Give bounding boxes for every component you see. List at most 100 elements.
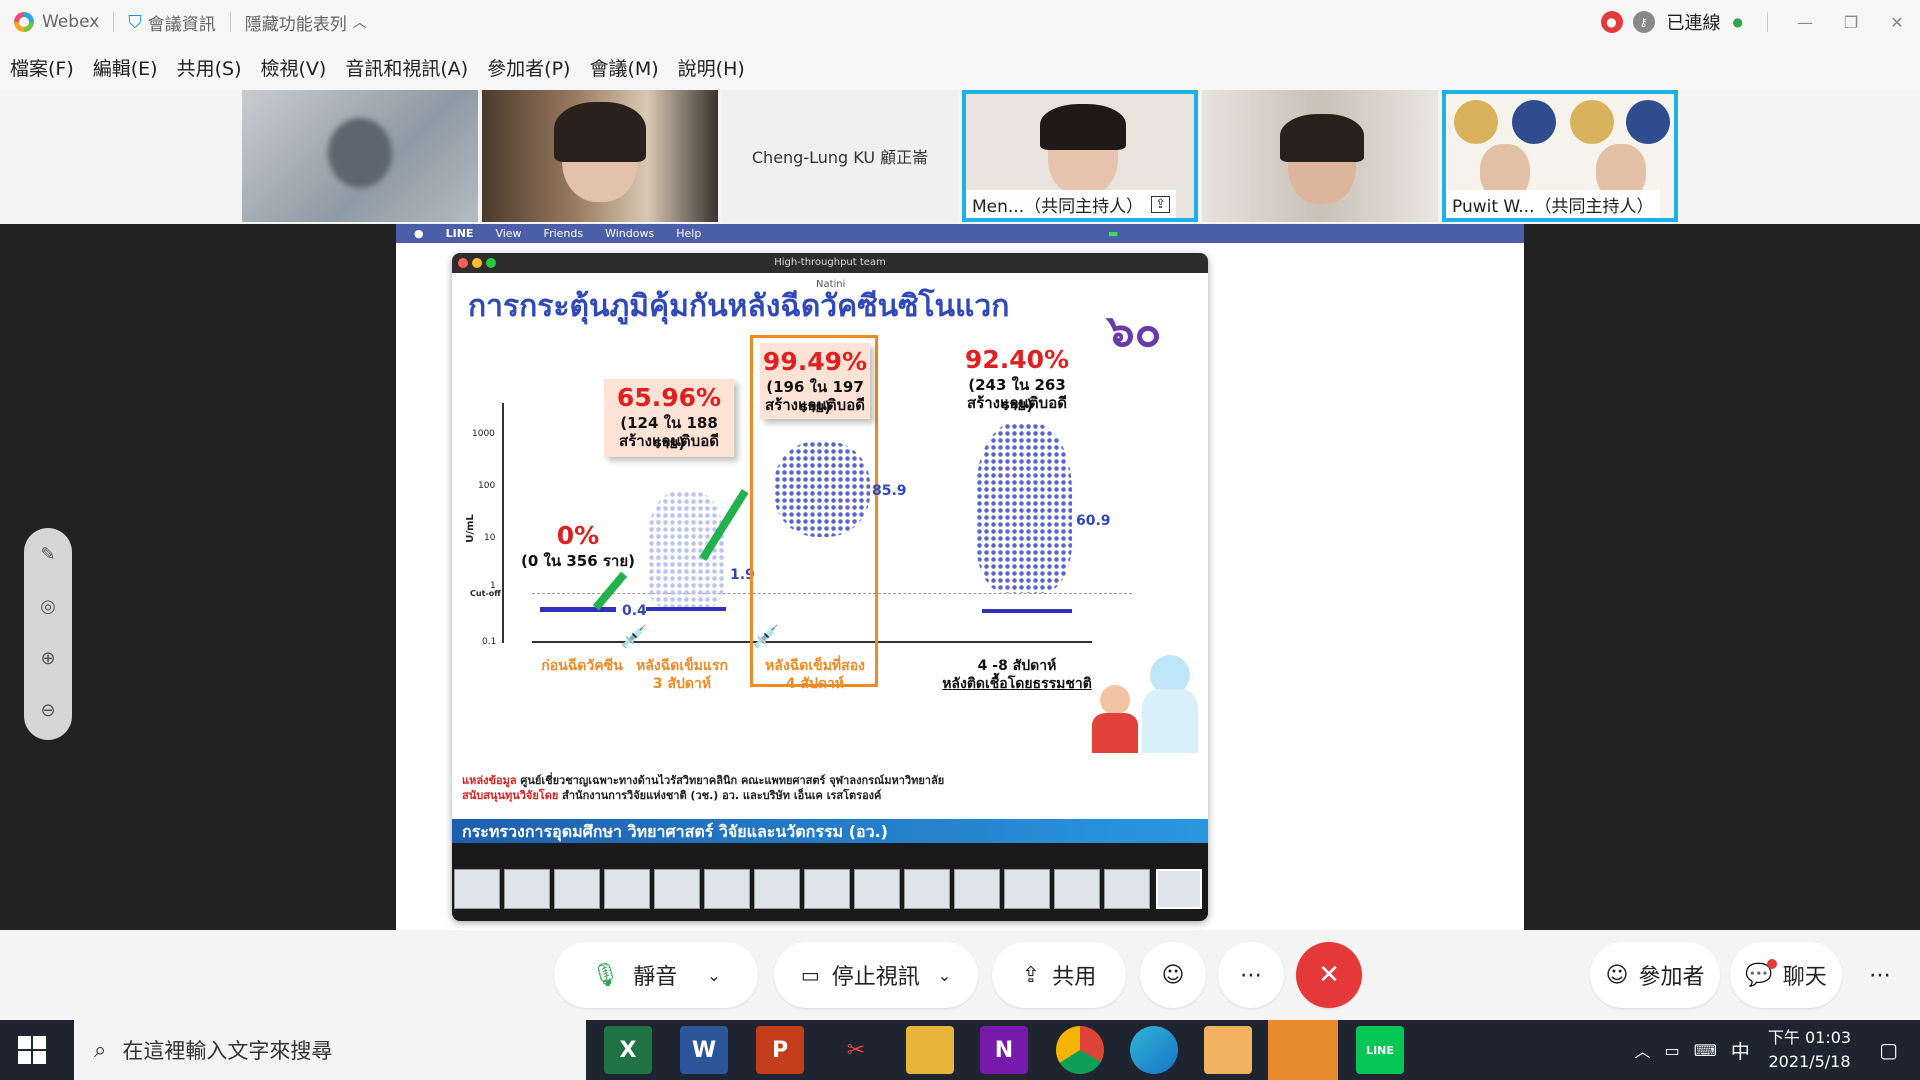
- shared-screen[interactable]: ● LINE View Friends Windows Help ▬ High-…: [396, 224, 1524, 930]
- onenote-app-icon[interactable]: N: [980, 1026, 1028, 1074]
- remote-control-icon[interactable]: ◎: [24, 580, 72, 632]
- snipping-tool-icon[interactable]: ✂: [832, 1026, 880, 1074]
- chevron-up-icon[interactable]: ︿: [1635, 1038, 1651, 1062]
- thumbnail[interactable]: [654, 869, 700, 909]
- y-tick-label: 10: [484, 533, 496, 543]
- share-button[interactable]: ⇪ 共用: [992, 942, 1126, 1008]
- thumbnail[interactable]: [504, 869, 550, 909]
- stop-video-button[interactable]: ▭ 停止視訊 ⌄: [774, 942, 978, 1008]
- start-button[interactable]: [18, 1036, 46, 1064]
- thumbnail[interactable]: [1104, 869, 1150, 909]
- more-panels-button[interactable]: ⋯: [1852, 942, 1908, 1008]
- group-bar: [540, 607, 616, 612]
- image-viewer-window: High-throughput team การกระตุ้นภูมิคุ้มก…: [452, 253, 1208, 921]
- close-window-button[interactable]: ✕: [1874, 0, 1920, 44]
- ime-indicator[interactable]: 中: [1731, 1037, 1750, 1064]
- thumbnail[interactable]: [554, 869, 600, 909]
- chrome-app-icon[interactable]: [1056, 1026, 1104, 1074]
- connection-status[interactable]: 已連線: [1667, 9, 1721, 35]
- group-label: 4 สัปดาห์: [785, 676, 845, 692]
- line-app-icon[interactable]: LINE: [1356, 1026, 1404, 1074]
- thumbnail[interactable]: [754, 869, 800, 909]
- participants-button[interactable]: ☺ 參加者: [1590, 942, 1720, 1008]
- keyboard-icon[interactable]: ⌨: [1694, 1041, 1717, 1060]
- lock-icon[interactable]: ⚷: [1632, 11, 1655, 33]
- menu-meeting[interactable]: 會議(M): [589, 54, 658, 81]
- participant-video-tile[interactable]: [242, 90, 478, 222]
- participant-caption: Men...（共同主持人） ⇪: [966, 190, 1177, 218]
- menu-bar: 檔案(F) 編輯(E) 共用(S) 檢視(V) 音訊和視訊(A) 參加者(P) …: [0, 44, 1920, 90]
- participant-name-tile[interactable]: Cheng-Lung KU 顧正崙: [722, 90, 958, 222]
- participant-video-tile[interactable]: Puwit W...（共同主持人）: [1442, 90, 1678, 222]
- window-title: High-throughput team: [774, 257, 886, 268]
- mute-button[interactable]: 🎙 靜音 ⌄: [554, 942, 758, 1008]
- group-detail: สร้างแอนติบอดี: [619, 432, 719, 450]
- participant-video-tile[interactable]: [1202, 90, 1438, 222]
- participant-name: Cheng-Lung KU 顧正崙: [751, 148, 929, 167]
- thumbnail[interactable]: [604, 869, 650, 909]
- logo-icon: [1570, 100, 1614, 144]
- word-app-icon[interactable]: W: [680, 1026, 728, 1074]
- zoom-in-icon[interactable]: ⊕: [24, 632, 72, 684]
- notification-dot-icon: [1766, 958, 1777, 969]
- menu-view[interactable]: 檢視(V): [261, 54, 327, 81]
- mac-menu-line: LINE: [445, 227, 474, 240]
- thumbnail[interactable]: [904, 869, 950, 909]
- group-label: 4 -8 สัปดาห์: [977, 658, 1057, 674]
- file-explorer-icon[interactable]: [906, 1026, 954, 1074]
- group-median: 60.9: [1076, 513, 1111, 529]
- search-placeholder: 在這裡輸入文字來搜尋: [122, 1039, 333, 1063]
- connected-dot-icon: ●: [1732, 15, 1743, 29]
- clock[interactable]: 下午 01:03 2021/5/18: [1768, 1026, 1851, 1074]
- edge-app-icon[interactable]: [1130, 1026, 1178, 1074]
- taskbar-search[interactable]: ⌕ 在這裡輸入文字來搜尋: [74, 1020, 586, 1080]
- group-median: 85.9: [872, 483, 907, 499]
- annotate-pen-icon[interactable]: ✎: [24, 528, 72, 580]
- chevron-up-icon[interactable]: ︿: [353, 12, 367, 32]
- menu-audio-video[interactable]: 音訊和視訊(A): [345, 54, 468, 81]
- participant-video-tile[interactable]: Men...（共同主持人） ⇪: [962, 90, 1198, 222]
- thumbnail[interactable]: [704, 869, 750, 909]
- thumbnail[interactable]: [854, 869, 900, 909]
- zoom-out-icon[interactable]: ⊖: [24, 684, 72, 736]
- reactions-button[interactable]: ☺: [1140, 942, 1206, 1008]
- hide-menu-button[interactable]: 隱藏功能表列: [245, 10, 347, 35]
- menu-edit[interactable]: 編輯(E): [93, 54, 158, 81]
- more-options-button[interactable]: ⋯: [1218, 942, 1284, 1008]
- thumbnail-selected[interactable]: [1156, 869, 1202, 909]
- thumbnail[interactable]: [804, 869, 850, 909]
- webex-app-icon[interactable]: [1204, 1026, 1252, 1074]
- chat-button[interactable]: 💬 聊天: [1730, 942, 1842, 1008]
- clock-time: 下午 01:03: [1767, 1028, 1852, 1047]
- menu-participants[interactable]: 參加者(P): [487, 54, 570, 81]
- vaccination-illustration: [1088, 655, 1204, 755]
- chevron-down-icon[interactable]: ⌄: [707, 966, 720, 985]
- group-label: หลังฉีดเข็มแรก: [636, 658, 728, 674]
- overlay-user-name: Natini: [816, 279, 846, 290]
- chevron-down-icon[interactable]: ⌄: [938, 966, 951, 985]
- group-label: หลังติดเชื้อโดยธรรมชาติ: [942, 676, 1092, 692]
- thumbnail[interactable]: [454, 869, 500, 909]
- excel-app-icon[interactable]: X: [604, 1026, 652, 1074]
- taskbar: ⌕ 在這裡輸入文字來搜尋 X W P ✂ N LINE ︿ ▭ ⌨ 中 下午 0…: [0, 1020, 1920, 1080]
- person-icon: ☺: [1605, 962, 1629, 988]
- thumbnail[interactable]: [954, 869, 1000, 909]
- record-icon[interactable]: ●: [1600, 11, 1623, 33]
- meeting-info-button[interactable]: 會議資訊: [148, 10, 216, 35]
- restore-button[interactable]: ❐: [1828, 0, 1874, 44]
- funding-label: สนับสนุนทุนวิจัยโดย: [462, 789, 559, 802]
- leave-meeting-button[interactable]: ✕: [1296, 942, 1362, 1008]
- thumbnail[interactable]: [1004, 869, 1050, 909]
- notifications-icon[interactable]: ▢: [1879, 1038, 1898, 1062]
- minimize-button[interactable]: —: [1782, 0, 1828, 44]
- menu-help[interactable]: 說明(H): [678, 54, 745, 81]
- participant-video-tile[interactable]: [482, 90, 718, 222]
- battery-icon[interactable]: ▭: [1665, 1041, 1680, 1060]
- powerpoint-app-icon[interactable]: P: [756, 1026, 804, 1074]
- group-label: ก่อนฉีดวัคซีน: [541, 658, 623, 674]
- menu-file[interactable]: 檔案(F): [10, 54, 74, 81]
- logo-icon: [1512, 100, 1556, 144]
- webex-active-app[interactable]: [1268, 1020, 1338, 1080]
- menu-share[interactable]: 共用(S): [177, 54, 242, 81]
- thumbnail[interactable]: [1054, 869, 1100, 909]
